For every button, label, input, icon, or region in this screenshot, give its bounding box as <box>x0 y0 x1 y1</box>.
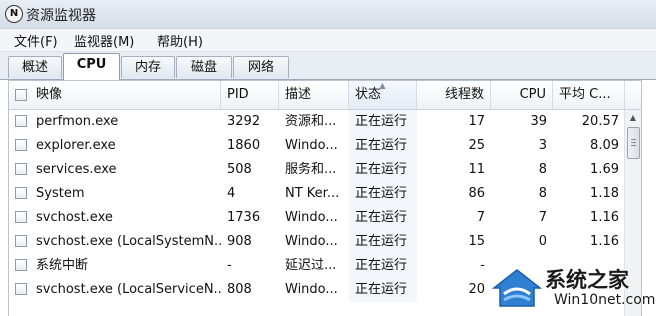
tab-disk[interactable]: 磁盘 <box>176 56 232 78</box>
cell-average-cpu: 1.18 <box>590 186 619 201</box>
cell-pid: 3292 <box>227 114 261 129</box>
cell-cpu: 0 <box>538 234 547 249</box>
tab-cpu[interactable]: CPU <box>63 53 120 80</box>
cell-status: 正在运行 <box>349 158 417 182</box>
cell-threads: 11 <box>468 162 485 177</box>
column-header-average-cpu[interactable]: 平均 C... <box>553 81 625 109</box>
cell-threads: 20 <box>468 282 485 297</box>
column-header-threads[interactable]: 线程数 <box>417 81 491 109</box>
cell-threads: 17 <box>468 114 485 129</box>
cell-average-cpu: 1.16 <box>590 210 619 225</box>
table-row[interactable]: svchost.exe (LocalSystemN... 908 Windo... 正… <box>9 230 641 254</box>
grip-line <box>631 139 636 140</box>
cell-description: 资源和... <box>285 114 337 129</box>
cell-average-cpu: 8.09 <box>590 138 619 153</box>
scroll-up-icon[interactable]: ▲ <box>625 110 641 126</box>
cell-status: 正在运行 <box>349 230 417 254</box>
cell-status: 正在运行 <box>349 254 417 278</box>
cell-image: svchost.exe (LocalServiceN... <box>36 282 221 297</box>
resource-monitor-icon: N <box>5 5 23 23</box>
cell-description: 延迟过... <box>285 258 337 273</box>
cell-pid: - <box>227 258 232 273</box>
grip-line <box>631 142 636 143</box>
cell-image: perfmon.exe <box>36 114 119 129</box>
cell-description: Windo... <box>285 138 338 153</box>
cell-threads: 25 <box>468 138 485 153</box>
tab-network[interactable]: 网络 <box>233 56 289 78</box>
menu-help[interactable]: 帮助(H) <box>155 31 205 50</box>
cell-status: 正在运行 <box>349 206 417 230</box>
cell-cpu: 39 <box>530 114 547 129</box>
select-all-checkbox[interactable] <box>15 89 27 101</box>
cell-pid: 1736 <box>227 210 261 225</box>
tab-overview[interactable]: 概述 <box>8 56 62 78</box>
table-row[interactable]: explorer.exe 1860 Windo... 正在运行 25 3 8.09 <box>9 134 641 158</box>
watermark: 系统之家 Win10net.com <box>488 262 656 315</box>
cell-cpu: 3 <box>538 138 547 153</box>
cell-description: Windo... <box>285 210 338 225</box>
cell-average-cpu: 1.69 <box>590 162 619 177</box>
cell-pid: 508 <box>227 162 252 177</box>
cell-pid: 1860 <box>227 138 261 153</box>
table-row[interactable]: svchost.exe 1736 Windo... 正在运行 7 7 1.16 <box>9 206 641 230</box>
cell-threads: 86 <box>468 186 485 201</box>
sort-ascending-icon: ▲ <box>379 81 386 90</box>
cell-image: services.exe <box>36 162 117 177</box>
tab-memory[interactable]: 内存 <box>121 56 175 78</box>
cell-average-cpu: 1.16 <box>590 234 619 249</box>
cell-status: 正在运行 <box>349 278 417 302</box>
cell-status: 正在运行 <box>349 110 417 134</box>
cell-description: Windo... <box>285 234 338 249</box>
cell-description: NT Ker... <box>285 186 340 201</box>
cell-description: 服务和... <box>285 162 337 177</box>
column-header-status[interactable]: ▲ 状态 <box>349 81 417 109</box>
menu-bar: 文件(F) 监视器(M) 帮助(H) <box>0 29 656 52</box>
cell-image: 系统中断 <box>36 258 89 273</box>
column-header-description[interactable]: 描述 <box>279 81 349 109</box>
table-row[interactable]: System 4 NT Ker... 正在运行 86 8 1.18 <box>9 182 641 206</box>
grip-line <box>631 145 636 146</box>
cell-pid: 908 <box>227 234 252 249</box>
table-header: 映像 PID 描述 ▲ 状态 线程数 CPU 平均 C... <box>9 81 641 110</box>
cell-description: Windo... <box>285 282 338 297</box>
table-row[interactable]: perfmon.exe 3292 资源和... 正在运行 17 39 20.57 <box>9 110 641 134</box>
column-header-image[interactable]: 映像 <box>9 81 221 109</box>
cell-image: System <box>36 186 85 201</box>
watermark-subtitle: Win10net.com <box>554 292 656 308</box>
cell-status: 正在运行 <box>349 182 417 206</box>
cell-threads: 7 <box>476 210 485 225</box>
cell-pid: 808 <box>227 282 252 297</box>
column-header-label: 映像 <box>36 87 63 102</box>
tab-bar: 概述 CPU 内存 磁盘 网络 <box>0 52 656 80</box>
cell-cpu: 8 <box>538 186 547 201</box>
table-row[interactable]: services.exe 508 服务和... 正在运行 11 8 1.69 <box>9 158 641 182</box>
cell-threads: - <box>480 258 485 273</box>
title-bar: N 资源监视器 <box>0 0 656 29</box>
column-header-cpu[interactable]: CPU <box>491 81 553 109</box>
cell-image: svchost.exe <box>36 210 113 225</box>
house-logo-icon <box>491 269 543 307</box>
window-title: 资源监视器 <box>26 8 96 24</box>
cell-pid: 4 <box>227 186 236 201</box>
watermark-title: 系统之家 <box>545 268 629 292</box>
cell-average-cpu: 20.57 <box>581 114 619 129</box>
column-header-pid[interactable]: PID <box>221 81 279 109</box>
cell-image: svchost.exe (LocalSystemN... <box>36 234 221 249</box>
cell-cpu: 7 <box>538 210 547 225</box>
cell-cpu: 8 <box>538 162 547 177</box>
cell-threads: 15 <box>468 234 485 249</box>
cell-status: 正在运行 <box>349 134 417 158</box>
scroll-thumb[interactable] <box>627 127 640 159</box>
cell-image: explorer.exe <box>36 138 116 153</box>
menu-file[interactable]: 文件(F) <box>12 31 60 50</box>
menu-monitor[interactable]: 监视器(M) <box>72 31 136 50</box>
